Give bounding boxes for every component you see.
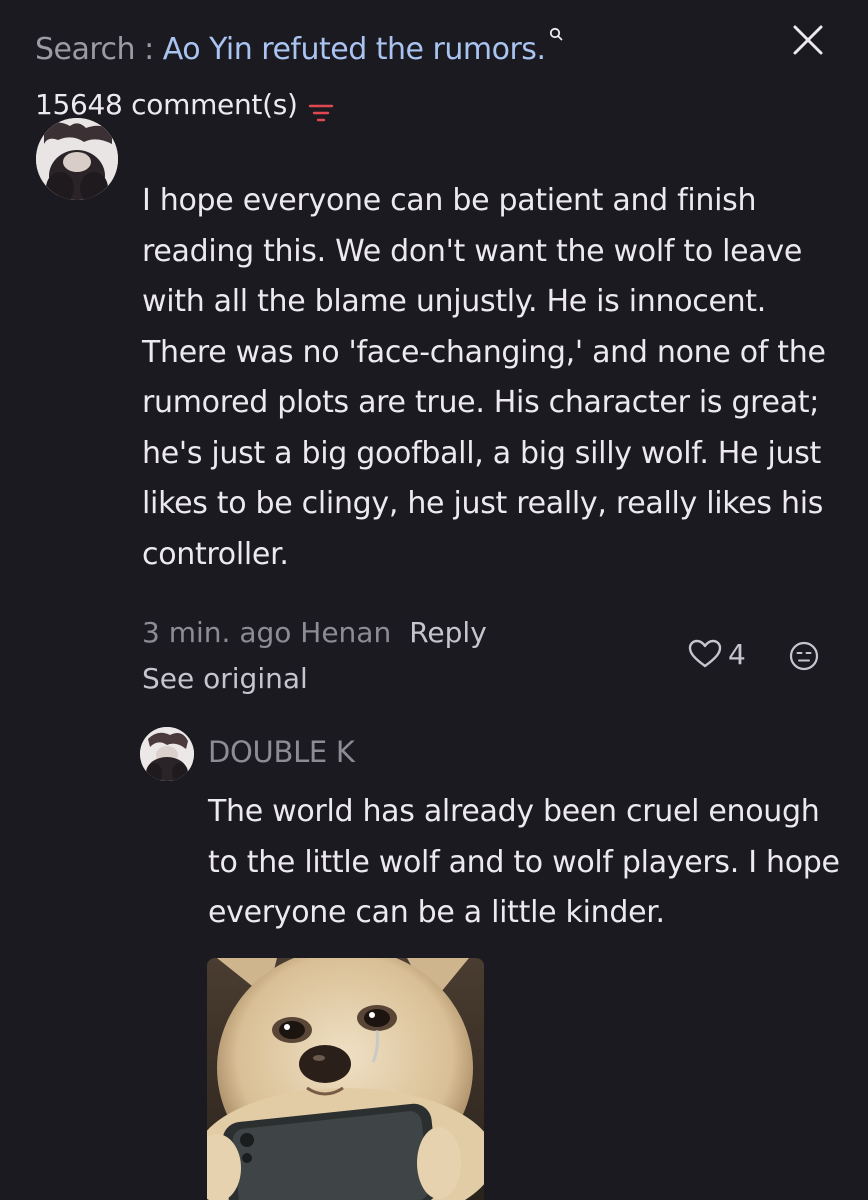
commenter-avatar[interactable]: [36, 118, 118, 200]
like-button[interactable]: 4: [688, 636, 746, 672]
close-button[interactable]: [788, 20, 828, 60]
reaction-button[interactable]: [788, 640, 820, 672]
crying-dog-holding-phone-image: [207, 958, 484, 1200]
comment-text: I hope everyone can be patient and finis…: [142, 183, 826, 572]
comment-count-label: 15648 comment(s): [35, 88, 298, 121]
comment-time-location: 3 min. ago Henan: [142, 616, 392, 649]
magnifier-icon: [549, 10, 563, 41]
reply-text: The world has already been cruel enough …: [208, 794, 840, 930]
comment-meta: 3 min. ago Henan Reply: [142, 613, 487, 653]
see-original-link[interactable]: See original: [142, 659, 308, 699]
reply-author-avatar[interactable]: [140, 727, 194, 781]
filter-sort-icon[interactable]: [308, 95, 334, 122]
emoji-face-icon: [789, 641, 819, 671]
reply-button[interactable]: Reply: [409, 616, 487, 649]
reply-author-name[interactable]: DOUBLE K: [208, 732, 355, 772]
reply-image[interactable]: [207, 958, 484, 1200]
heart-outline-icon: [688, 639, 722, 668]
search-prefix: Search :: [35, 32, 163, 67]
like-count: 4: [728, 637, 746, 671]
search-header[interactable]: Search : Ao Yin refuted the rumors.: [35, 27, 563, 72]
search-query[interactable]: Ao Yin refuted the rumors.: [163, 32, 546, 67]
close-icon: [793, 25, 823, 55]
